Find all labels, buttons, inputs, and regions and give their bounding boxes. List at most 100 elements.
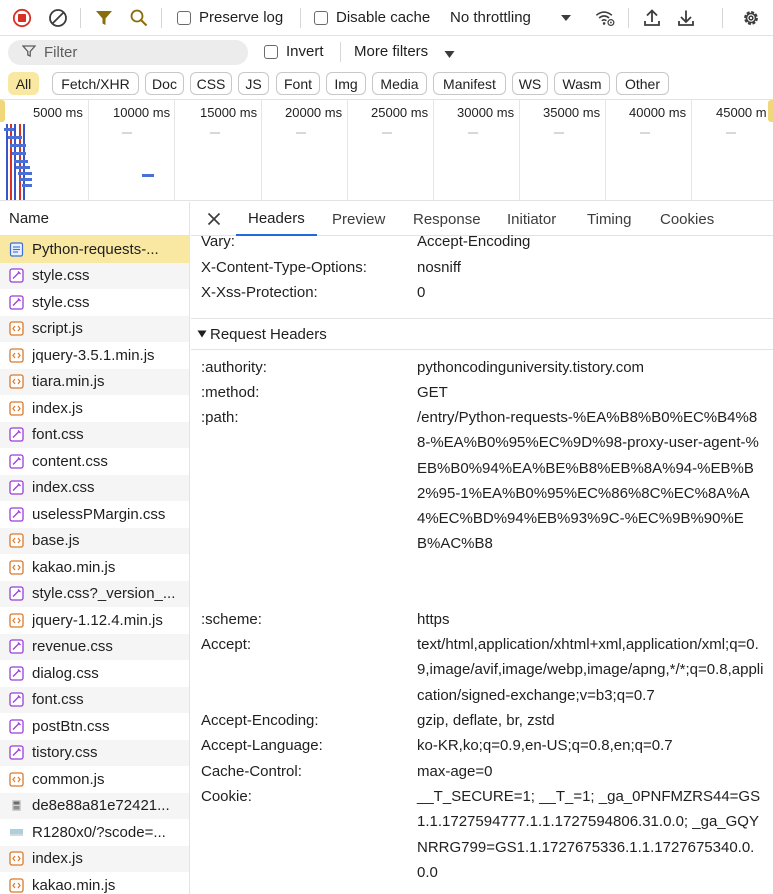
timeline-request-bar bbox=[8, 136, 22, 139]
timeline-gridline bbox=[605, 100, 606, 200]
request-row[interactable]: base.js bbox=[0, 527, 189, 554]
script-icon bbox=[9, 374, 24, 389]
request-row[interactable]: index.js bbox=[0, 845, 189, 872]
request-name: tistory.css bbox=[32, 744, 98, 762]
download-icon[interactable] bbox=[676, 8, 696, 28]
request-row[interactable]: style.css bbox=[0, 262, 189, 289]
chip-fetch-xhr[interactable]: Fetch/XHR bbox=[52, 72, 139, 95]
request-name: dialog.css bbox=[32, 664, 99, 682]
toolbar-divider bbox=[300, 8, 301, 28]
tab-preview[interactable]: Preview bbox=[332, 202, 385, 236]
stylesheet-icon bbox=[9, 268, 24, 283]
header-value: 0 bbox=[417, 284, 426, 301]
chip-all[interactable]: All bbox=[8, 72, 39, 95]
header-value: GET bbox=[417, 384, 448, 401]
chip-media[interactable]: Media bbox=[372, 72, 427, 95]
stylesheet-icon bbox=[9, 692, 24, 707]
chip-other[interactable]: Other bbox=[616, 72, 669, 95]
search-icon[interactable] bbox=[129, 8, 149, 28]
request-name: index.js bbox=[32, 850, 83, 868]
request-row[interactable]: uselessPMargin.css bbox=[0, 501, 189, 528]
throttling-select[interactable]: No throttling bbox=[450, 9, 531, 26]
request-row[interactable]: font.css bbox=[0, 686, 189, 713]
request-row[interactable]: kakao.min.js bbox=[0, 872, 189, 894]
request-row[interactable]: style.css bbox=[0, 289, 189, 316]
script-icon bbox=[9, 533, 24, 548]
request-headers-section[interactable]: Request Headers bbox=[191, 318, 773, 350]
tab-headers[interactable]: Headers bbox=[236, 202, 317, 236]
request-row[interactable]: de8e88a81e72421... bbox=[0, 792, 189, 819]
script-icon bbox=[9, 772, 24, 787]
gear-icon[interactable] bbox=[741, 8, 761, 28]
request-name: Python-requests-... bbox=[32, 240, 159, 258]
request-name: style.css?_version_... bbox=[32, 585, 176, 603]
request-row[interactable]: content.css bbox=[0, 448, 189, 475]
request-row[interactable]: style.css?_version_... bbox=[0, 580, 189, 607]
disable-cache-label[interactable]: Disable cache bbox=[336, 9, 430, 26]
clear-icon[interactable] bbox=[48, 8, 68, 28]
upload-icon[interactable] bbox=[642, 8, 662, 28]
header-key: :method: bbox=[201, 384, 260, 401]
request-row[interactable]: dialog.css bbox=[0, 660, 189, 687]
request-row[interactable]: kakao.min.js bbox=[0, 554, 189, 581]
network-timeline-overview[interactable]: 5000 ms 10000 ms 15000 ms 20000 ms 25000… bbox=[0, 99, 773, 201]
request-name: tiara.min.js bbox=[32, 373, 105, 391]
request-row[interactable]: jquery-1.12.4.min.js bbox=[0, 607, 189, 634]
preserve-log-label[interactable]: Preserve log bbox=[199, 9, 283, 26]
header-value: nosniff bbox=[417, 259, 461, 276]
timeline-tick: 5000 ms bbox=[33, 105, 83, 120]
filter-input[interactable]: Filter bbox=[8, 40, 248, 65]
disable-cache-checkbox[interactable] bbox=[314, 11, 328, 25]
timeline-left-handle[interactable] bbox=[0, 100, 5, 122]
timeline-request-bar bbox=[726, 132, 736, 134]
request-row[interactable]: jquery-3.5.1.min.js bbox=[0, 342, 189, 369]
toolbar-divider bbox=[80, 8, 81, 28]
filter-funnel-icon[interactable] bbox=[94, 8, 114, 28]
request-row[interactable]: common.js bbox=[0, 766, 189, 793]
chevron-down-icon[interactable] bbox=[556, 8, 576, 28]
header-key: Cache-Control: bbox=[201, 763, 302, 780]
invert-label[interactable]: Invert bbox=[286, 43, 324, 60]
close-icon[interactable] bbox=[205, 210, 223, 228]
name-column-header[interactable]: Name bbox=[0, 202, 189, 236]
script-icon bbox=[9, 348, 24, 363]
wifi-settings-icon[interactable] bbox=[595, 8, 615, 28]
chip-doc[interactable]: Doc bbox=[145, 72, 184, 95]
timeline-request-bar bbox=[210, 132, 220, 134]
chip-css[interactable]: CSS bbox=[190, 72, 232, 95]
request-row[interactable]: script.js bbox=[0, 315, 189, 342]
stylesheet-icon bbox=[9, 586, 24, 601]
preserve-log-checkbox[interactable] bbox=[177, 11, 191, 25]
network-toolbar: Preserve log Disable cache No throttling bbox=[0, 0, 773, 36]
chip-font[interactable]: Font bbox=[276, 72, 320, 95]
request-row[interactable]: tiara.min.js bbox=[0, 368, 189, 395]
header-value: gzip, deflate, br, zstd bbox=[417, 712, 555, 729]
header-value: text/html,application/xhtml+xml,applicat… bbox=[417, 636, 764, 704]
chip-manifest[interactable]: Manifest bbox=[433, 72, 506, 95]
request-row[interactable]: font.css bbox=[0, 421, 189, 448]
more-filters-button[interactable]: More filters bbox=[354, 43, 428, 60]
invert-checkbox[interactable] bbox=[264, 45, 278, 59]
caret-down-icon[interactable] bbox=[444, 47, 455, 63]
request-row[interactable]: tistory.css bbox=[0, 739, 189, 766]
request-row[interactable]: index.js bbox=[0, 395, 189, 422]
chip-img[interactable]: Img bbox=[326, 72, 366, 95]
request-row[interactable]: Python-requests-... bbox=[0, 236, 189, 263]
request-row[interactable]: R1280x0/?scode=... bbox=[0, 819, 189, 846]
toolbar-divider bbox=[628, 8, 629, 28]
request-row[interactable]: postBtn.css bbox=[0, 713, 189, 740]
header-value: __T_SECURE=1; __T_=1; _ga_0PNFMZRS44=GS1… bbox=[417, 788, 761, 881]
timeline-gridline bbox=[519, 100, 520, 200]
chip-wasm[interactable]: Wasm bbox=[554, 72, 610, 95]
request-row[interactable]: index.css bbox=[0, 474, 189, 501]
toolbar-divider bbox=[722, 8, 723, 28]
header-value: Accept-Encoding bbox=[417, 233, 531, 250]
triangle-down-icon bbox=[197, 326, 207, 343]
stylesheet-icon bbox=[9, 454, 24, 469]
chip-js[interactable]: JS bbox=[238, 72, 269, 95]
record-stop-icon[interactable] bbox=[12, 8, 32, 28]
request-row[interactable]: revenue.css bbox=[0, 633, 189, 660]
chip-ws[interactable]: WS bbox=[512, 72, 548, 95]
request-name: script.js bbox=[32, 320, 83, 338]
timeline-right-handle[interactable] bbox=[768, 100, 773, 122]
